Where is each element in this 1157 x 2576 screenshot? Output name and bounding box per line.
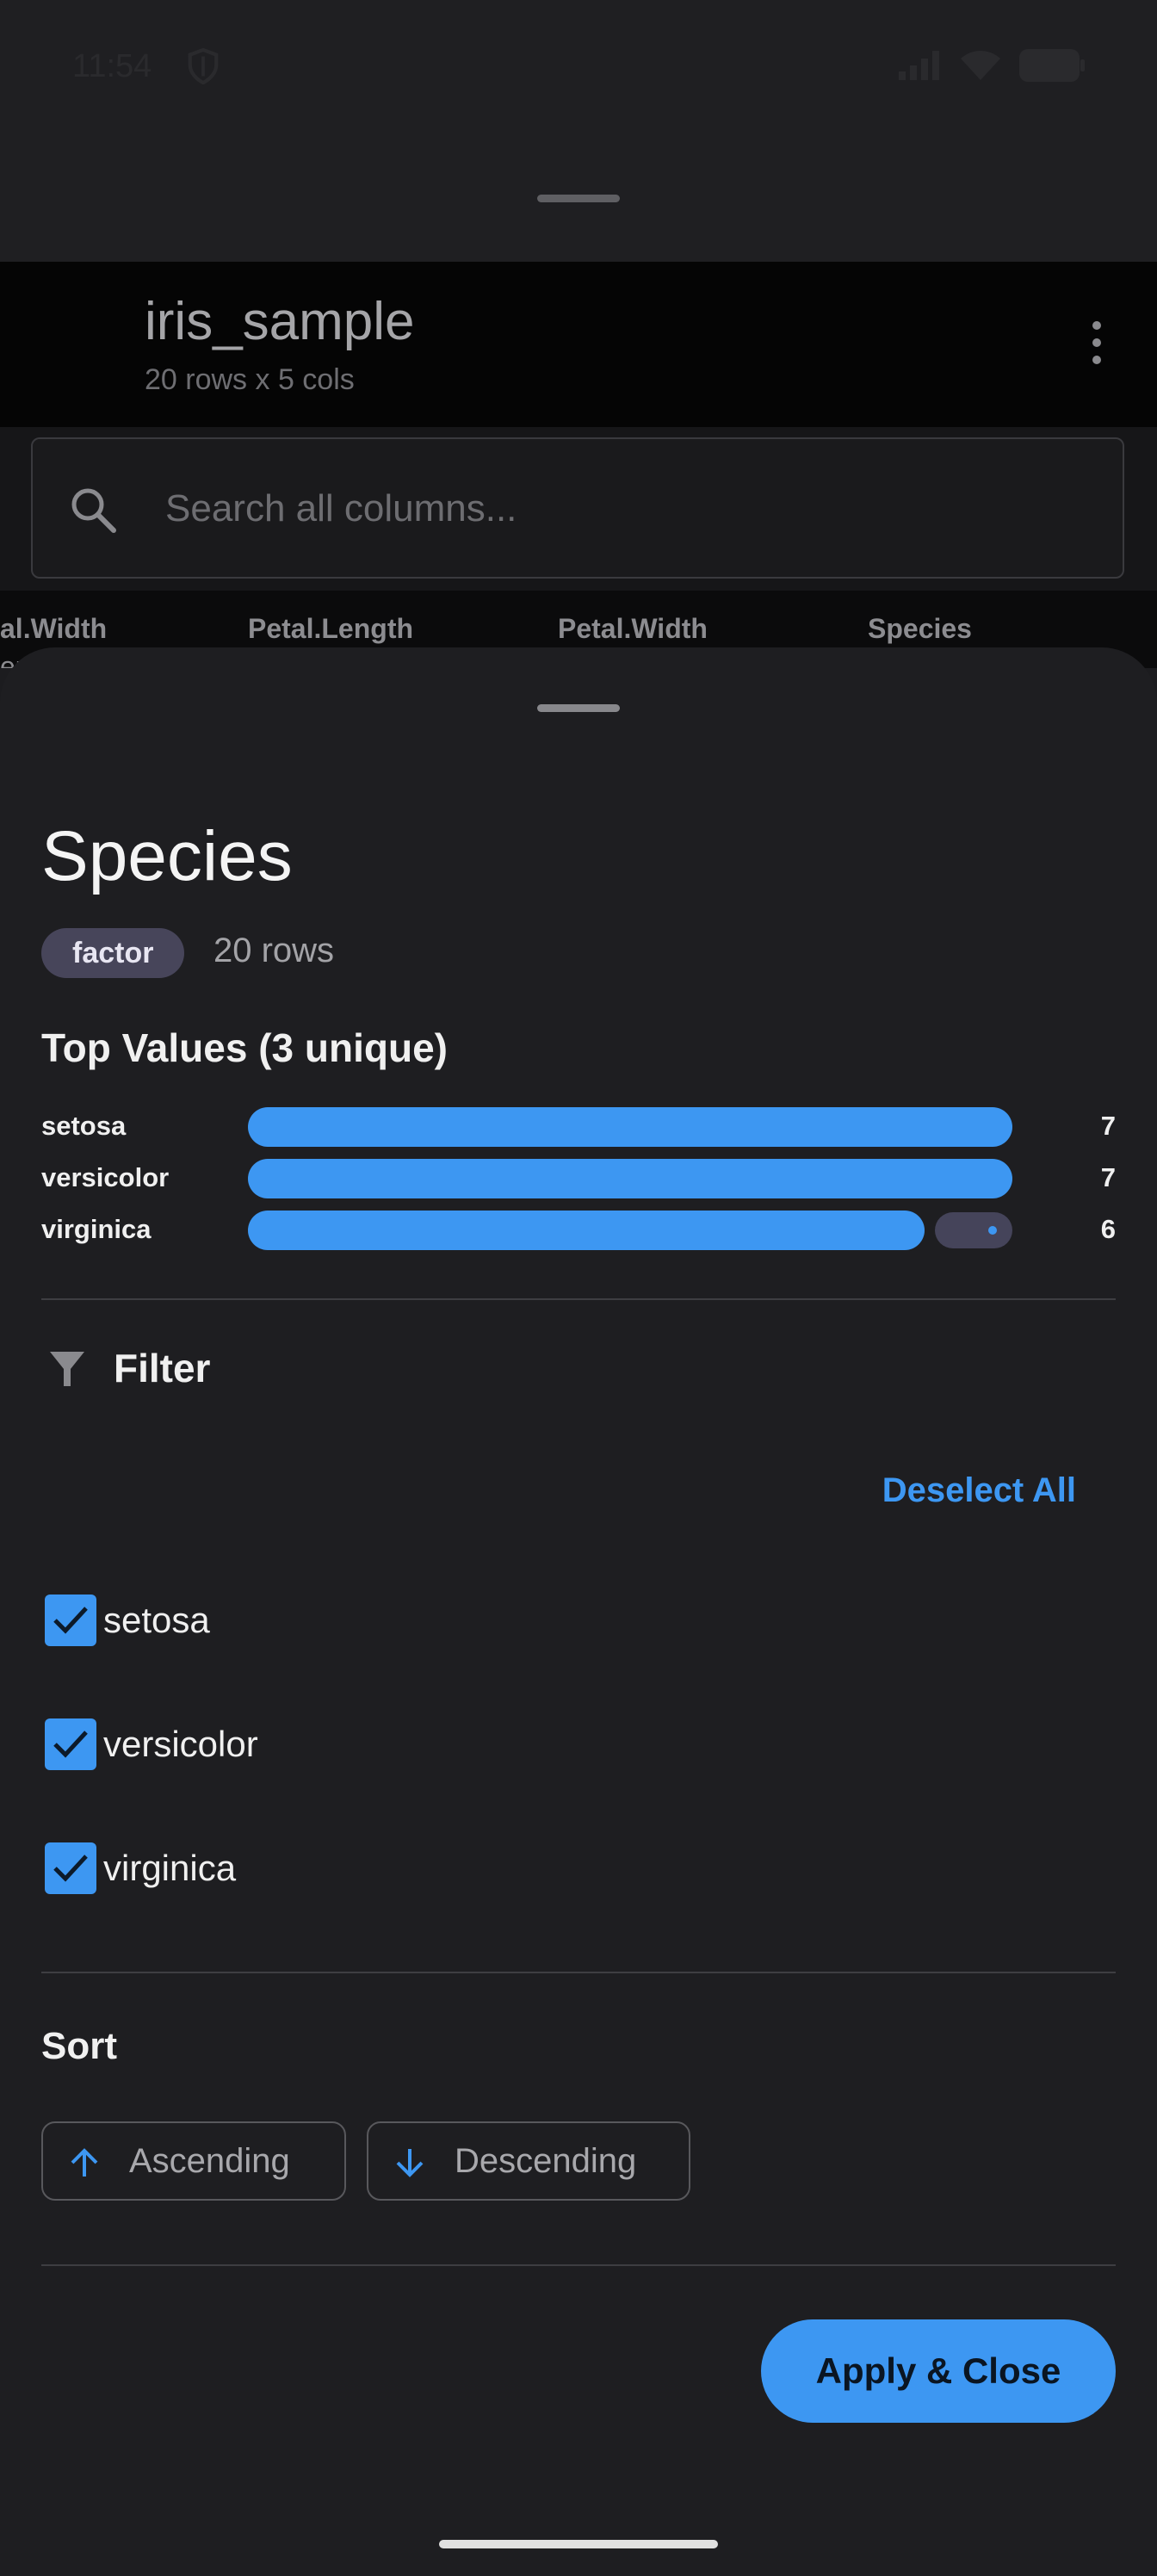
deselect-all-button[interactable]: Deselect All <box>877 1471 1081 1511</box>
value-bar-fill <box>248 1107 1012 1147</box>
sort-descending-label: Descending <box>455 2142 637 2180</box>
dataset-title: iris_sample <box>145 292 415 351</box>
search-box[interactable] <box>31 437 1124 579</box>
column-detail-sheet: Species factor 20 rows Top Values (3 uni… <box>0 647 1157 2576</box>
top-value-label: setosa <box>41 1111 127 1141</box>
search-input[interactable] <box>164 474 1080 544</box>
value-bar <box>248 1211 1012 1250</box>
drag-handle[interactable] <box>537 195 620 202</box>
column-header[interactable]: al.Width <box>0 613 107 645</box>
top-value-count: 7 <box>1100 1162 1116 1192</box>
arrow-up-icon <box>71 2148 98 2177</box>
arrow-down-icon <box>396 2149 424 2177</box>
checkbox[interactable] <box>45 1595 96 1646</box>
column-header[interactable]: Species <box>868 613 972 645</box>
signal-icon <box>899 51 939 80</box>
top-values-title: Top Values (3 unique) <box>41 1025 448 1070</box>
check-icon <box>53 1855 88 1882</box>
top-value-row: versicolor 7 <box>41 1157 1116 1200</box>
column-name: Species <box>41 817 293 895</box>
top-value-count: 6 <box>1100 1214 1116 1244</box>
value-bar <box>248 1107 1012 1147</box>
check-icon <box>53 1731 88 1758</box>
type-chip: factor <box>41 928 185 978</box>
battery-icon <box>1019 49 1085 82</box>
home-indicator[interactable] <box>439 2540 718 2548</box>
value-bar-fill <box>248 1159 1012 1198</box>
more-options-icon[interactable] <box>1085 319 1109 367</box>
top-value-row: setosa 7 <box>41 1105 1116 1149</box>
checkbox[interactable] <box>45 1842 96 1894</box>
sort-ascending-label: Ascending <box>129 2142 290 2180</box>
row-count: 20 rows <box>213 932 335 969</box>
divider <box>41 1298 1116 1300</box>
divider <box>41 2264 1116 2266</box>
value-bar-remainder <box>935 1212 1012 1248</box>
shield-icon <box>188 48 219 84</box>
status-bar: 11:54 <box>0 0 1157 138</box>
top-value-row: virginica 6 <box>41 1209 1116 1252</box>
check-icon <box>53 1607 88 1634</box>
sort-descending-button[interactable]: Descending <box>367 2121 690 2201</box>
top-value-label: virginica <box>41 1214 152 1244</box>
filter-icon <box>50 1352 84 1386</box>
column-header[interactable]: Petal.Width <box>558 613 708 645</box>
value-bar-fill <box>248 1211 925 1250</box>
filter-option-label: setosa <box>103 1600 210 1640</box>
apply-close-button[interactable]: Apply & Close <box>761 2319 1116 2423</box>
status-time: 11:54 <box>72 48 152 84</box>
filter-option-label: versicolor <box>103 1724 258 1764</box>
checkbox[interactable] <box>45 1718 96 1770</box>
top-value-count: 7 <box>1100 1111 1116 1141</box>
divider <box>41 1972 1116 1973</box>
sort-ascending-button[interactable]: Ascending <box>41 2121 346 2201</box>
column-header[interactable]: Petal.Length <box>248 613 413 645</box>
dataset-dimensions: 20 rows x 5 cols <box>145 363 355 396</box>
sheet-drag-handle[interactable] <box>537 704 620 712</box>
value-bar <box>248 1159 1012 1198</box>
filter-option-label: virginica <box>103 1848 237 1888</box>
top-value-label: versicolor <box>41 1162 170 1192</box>
wifi-icon <box>961 51 1000 80</box>
filter-title: Filter <box>114 1346 211 1390</box>
sort-title: Sort <box>41 2025 117 2067</box>
search-icon <box>71 488 116 533</box>
